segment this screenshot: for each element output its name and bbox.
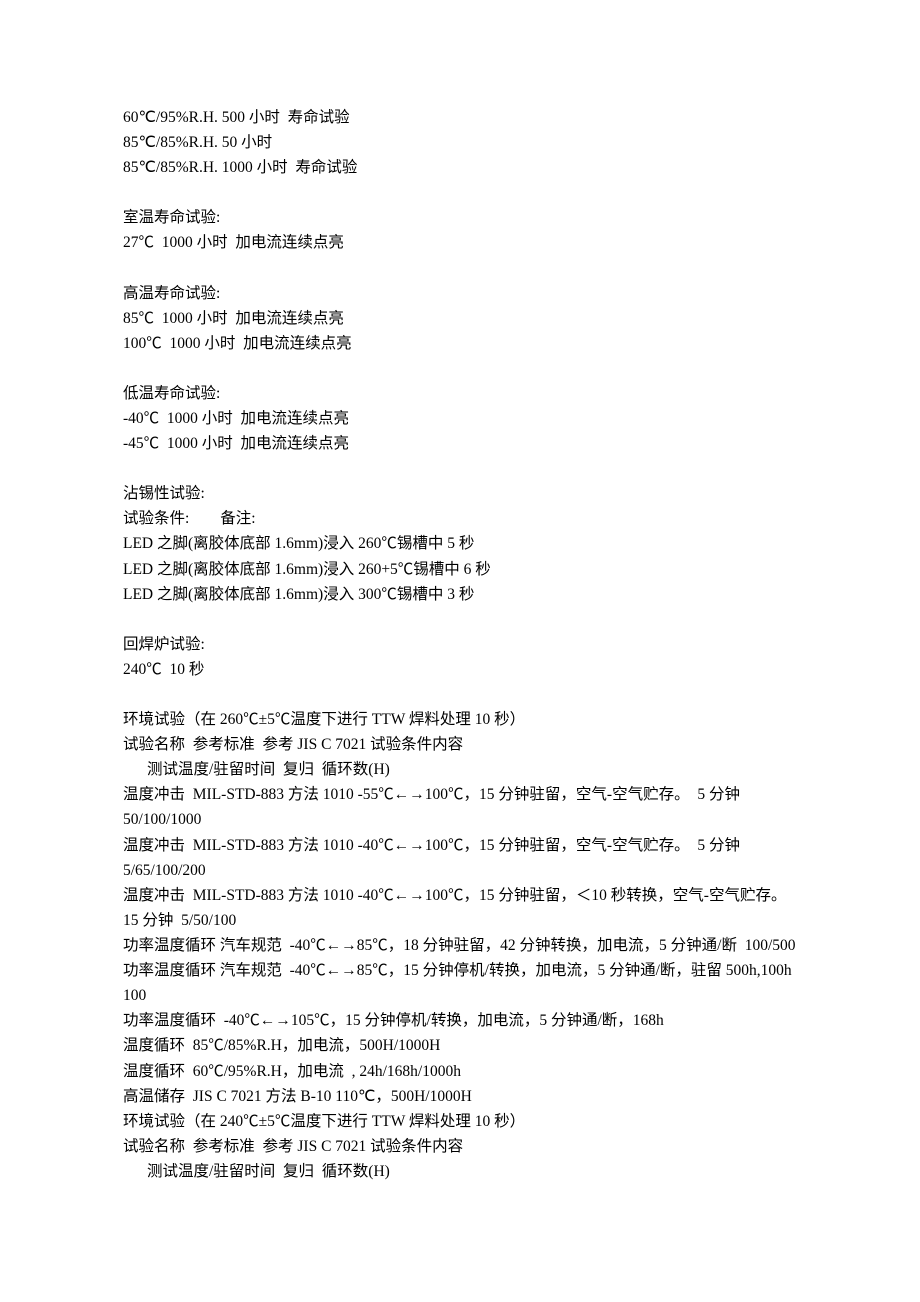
text-line: 85℃ 1000 小时 加电流连续点亮 (123, 306, 797, 331)
text-line: 功率温度循环 汽车规范 -40℃←→85℃，18 分钟驻留，42 分钟转换，加电… (123, 933, 797, 958)
text-line: 高温寿命试验: (123, 281, 797, 306)
blank-line (123, 356, 797, 381)
blank-line (123, 180, 797, 205)
text-line: 室温寿命试验: (123, 205, 797, 230)
text-line: 环境试验（在 240℃±5℃温度下进行 TTW 焊料处理 10 秒） (123, 1109, 797, 1134)
text-line: LED 之脚(离胶体底部 1.6mm)浸入 260+5℃锡槽中 6 秒 (123, 557, 797, 582)
text-line: 功率温度循环 汽车规范 -40℃←→85℃，15 分钟停机/转换，加电流，5 分… (123, 958, 797, 1008)
blank-line (123, 682, 797, 707)
text-line: LED 之脚(离胶体底部 1.6mm)浸入 260℃锡槽中 5 秒 (123, 531, 797, 556)
blank-line (123, 607, 797, 632)
text-line: LED 之脚(离胶体底部 1.6mm)浸入 300℃锡槽中 3 秒 (123, 582, 797, 607)
text-line: 试验名称 参考标准 参考 JIS C 7021 试验条件内容 (123, 1134, 797, 1159)
text-line: 温度冲击 MIL-STD-883 方法 1010 -55℃←→100℃，15 分… (123, 782, 797, 832)
text-line: -45℃ 1000 小时 加电流连续点亮 (123, 431, 797, 456)
text-line: 环境试验（在 260℃±5℃温度下进行 TTW 焊料处理 10 秒） (123, 707, 797, 732)
text-line: 试验名称 参考标准 参考 JIS C 7021 试验条件内容 (123, 732, 797, 757)
text-line: 测试温度/驻留时间 复归 循环数(H) (123, 1159, 797, 1184)
text-line: -40℃ 1000 小时 加电流连续点亮 (123, 406, 797, 431)
blank-line (123, 456, 797, 481)
text-line: 温度冲击 MIL-STD-883 方法 1010 -40℃←→100℃，15 分… (123, 833, 797, 883)
text-line: 27℃ 1000 小时 加电流连续点亮 (123, 230, 797, 255)
text-line: 高温储存 JIS C 7021 方法 B-10 110℃，500H/1000H (123, 1084, 797, 1109)
text-line: 低温寿命试验: (123, 381, 797, 406)
text-line: 回焊炉试验: (123, 632, 797, 657)
text-line: 85℃/85%R.H. 1000 小时 寿命试验 (123, 155, 797, 180)
text-line: 测试温度/驻留时间 复归 循环数(H) (123, 757, 797, 782)
document-page: 60℃/95%R.H. 500 小时 寿命试验85℃/85%R.H. 50 小时… (0, 0, 920, 1302)
text-line: 60℃/95%R.H. 500 小时 寿命试验 (123, 105, 797, 130)
text-line: 温度冲击 MIL-STD-883 方法 1010 -40℃←→100℃，15 分… (123, 883, 797, 933)
text-line: 85℃/85%R.H. 50 小时 (123, 130, 797, 155)
text-line: 温度循环 60℃/95%R.H，加电流 , 24h/168h/1000h (123, 1059, 797, 1084)
blank-line (123, 256, 797, 281)
text-line: 240℃ 10 秒 (123, 657, 797, 682)
text-line: 功率温度循环 -40℃←→105℃，15 分钟停机/转换，加电流，5 分钟通/断… (123, 1008, 797, 1033)
text-line: 100℃ 1000 小时 加电流连续点亮 (123, 331, 797, 356)
text-line: 温度循环 85℃/85%R.H，加电流，500H/1000H (123, 1033, 797, 1058)
text-line: 沾锡性试验: (123, 481, 797, 506)
text-line: 试验条件: 备注: (123, 506, 797, 531)
